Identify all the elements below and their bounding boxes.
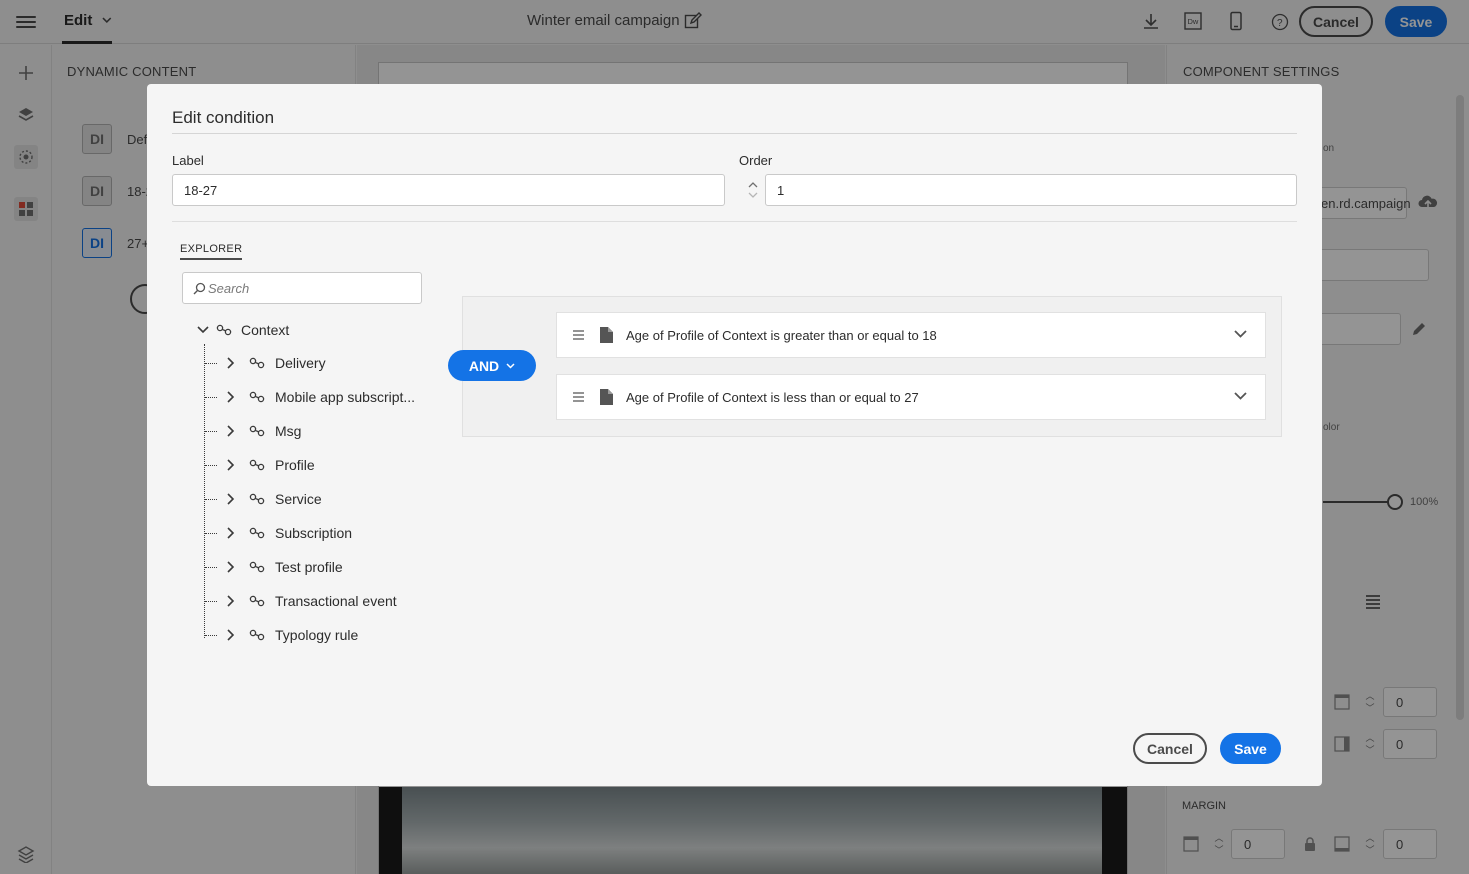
operator-dropdown[interactable]: AND bbox=[448, 350, 536, 381]
tree-node-label: Typology rule bbox=[275, 627, 359, 643]
condition-text: Age of Profile of Context is greater tha… bbox=[626, 327, 937, 343]
chevron-right-icon[interactable] bbox=[227, 629, 235, 641]
explorer-search[interactable] bbox=[182, 272, 422, 304]
chevron-right-icon[interactable] bbox=[227, 493, 235, 505]
chevron-right-icon[interactable] bbox=[227, 595, 235, 607]
drag-handle-icon[interactable] bbox=[573, 392, 584, 402]
tree-node[interactable]: Mobile app subscript... bbox=[205, 387, 415, 407]
tree-connector bbox=[205, 396, 217, 398]
link-node-icon bbox=[249, 357, 265, 369]
dialog-divider bbox=[172, 133, 1297, 134]
tree-connector bbox=[205, 362, 217, 364]
drag-handle-icon[interactable] bbox=[573, 330, 584, 340]
chevron-down-icon[interactable] bbox=[1234, 330, 1247, 339]
tree-node[interactable]: Service bbox=[205, 489, 322, 509]
link-node-icon bbox=[249, 459, 265, 471]
link-node-icon bbox=[249, 629, 265, 641]
tree-node[interactable]: Profile bbox=[205, 455, 315, 475]
search-icon bbox=[193, 282, 206, 294]
label-field-label: Label bbox=[172, 153, 204, 168]
stepper-up-icon[interactable] bbox=[748, 181, 758, 188]
tree-node-label: Test profile bbox=[275, 559, 343, 575]
tree-node[interactable]: Transactional event bbox=[205, 591, 397, 611]
link-node-icon bbox=[249, 595, 265, 607]
operator-label: AND bbox=[468, 357, 500, 374]
chevron-right-icon[interactable] bbox=[227, 459, 235, 471]
chevron-right-icon[interactable] bbox=[227, 425, 235, 437]
tree-node-label: Mobile app subscript... bbox=[275, 389, 416, 405]
tree-node[interactable]: Delivery bbox=[205, 353, 326, 373]
chevron-down-icon bbox=[506, 362, 515, 369]
tree-node-label: Profile bbox=[275, 457, 315, 473]
dialog-save-button[interactable]: Save bbox=[1220, 733, 1281, 764]
dialog-cancel-button[interactable]: Cancel bbox=[1133, 733, 1207, 764]
tree-node-label: Delivery bbox=[275, 355, 326, 371]
chevron-right-icon[interactable] bbox=[227, 357, 235, 369]
chevron-right-icon[interactable] bbox=[227, 391, 235, 403]
chevron-down-icon[interactable] bbox=[197, 326, 209, 334]
edit-condition-dialog: Edit condition Label Order EXPLORER Cont… bbox=[147, 84, 1322, 786]
link-node-icon bbox=[249, 493, 265, 505]
tree-node[interactable]: Subscription bbox=[205, 523, 352, 543]
tab-explorer[interactable]: EXPLORER bbox=[180, 243, 243, 260]
dialog-title: Edit condition bbox=[172, 108, 275, 127]
tree-connector bbox=[205, 566, 217, 568]
document-icon bbox=[600, 327, 613, 343]
link-node-icon bbox=[216, 324, 232, 336]
chevron-down-icon[interactable] bbox=[1234, 392, 1247, 401]
order-field-label: Order bbox=[739, 153, 773, 168]
search-input[interactable] bbox=[208, 280, 408, 296]
order-stepper[interactable] bbox=[740, 174, 765, 206]
document-icon bbox=[600, 389, 613, 405]
condition-row[interactable]: Age of Profile of Context is less than o… bbox=[556, 374, 1266, 420]
chevron-right-icon[interactable] bbox=[227, 527, 235, 539]
tree-node[interactable]: Typology rule bbox=[205, 625, 358, 645]
condition-text: Age of Profile of Context is less than o… bbox=[626, 389, 919, 405]
tree-node[interactable]: Test profile bbox=[205, 557, 343, 577]
link-node-icon bbox=[249, 391, 265, 403]
tree-node-label: Transactional event bbox=[275, 593, 397, 609]
dialog-divider bbox=[172, 221, 1297, 222]
tree-node-label: Service bbox=[275, 491, 322, 507]
stepper-down-icon[interactable] bbox=[748, 192, 758, 199]
label-input[interactable] bbox=[172, 174, 725, 206]
tree-node-context[interactable]: Context bbox=[197, 320, 289, 340]
tree-connector bbox=[205, 600, 217, 602]
tree-connector bbox=[205, 430, 217, 432]
condition-row[interactable]: Age of Profile of Context is greater tha… bbox=[556, 312, 1266, 358]
tree-connector bbox=[205, 464, 217, 466]
tree-connector bbox=[205, 498, 217, 500]
order-input[interactable] bbox=[765, 174, 1297, 206]
tree-connector bbox=[205, 532, 217, 534]
tree-node-label: Msg bbox=[275, 423, 302, 439]
tree-node[interactable]: Msg bbox=[205, 421, 301, 441]
chevron-right-icon[interactable] bbox=[227, 561, 235, 573]
tree-connector bbox=[205, 634, 217, 636]
link-node-icon bbox=[249, 527, 265, 539]
tree-node-label: Subscription bbox=[275, 525, 353, 541]
tree-node-label: Context bbox=[241, 322, 290, 338]
link-node-icon bbox=[249, 425, 265, 437]
link-node-icon bbox=[249, 561, 265, 573]
